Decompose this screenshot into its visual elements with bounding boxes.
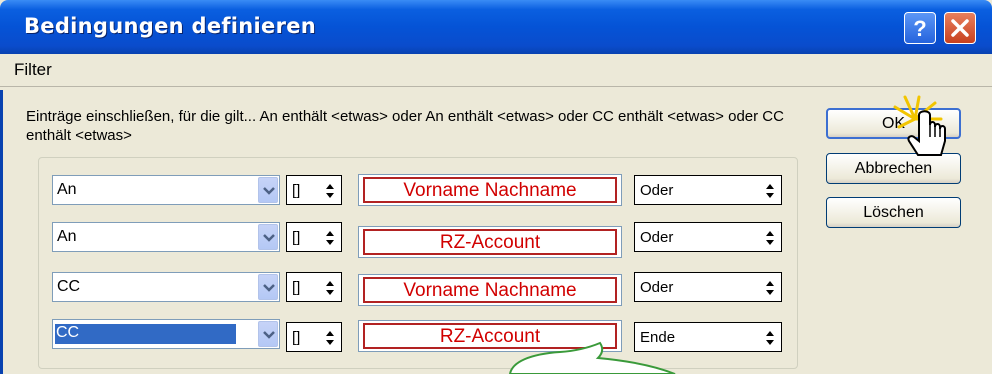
chevron-down-icon <box>263 187 275 195</box>
conjunction-value: Oder <box>640 229 674 246</box>
field-select-3[interactable]: CC <box>52 272 280 302</box>
value-input-1[interactable]: Vorname Nachname <box>358 174 622 206</box>
help-button[interactable]: ? <box>904 12 936 44</box>
spin-arrows-icon <box>766 281 774 295</box>
value-text: RZ-Account <box>439 232 541 253</box>
delete-button[interactable]: Löschen <box>826 197 961 228</box>
spin-arrows-icon <box>766 331 774 345</box>
field-select-value: An <box>57 228 77 245</box>
value-input-3[interactable]: Vorname Nachname <box>358 274 622 306</box>
title-bar: Bedingungen definieren ? <box>0 0 992 54</box>
svg-text:?: ? <box>913 16 926 41</box>
conjunction-value: Oder <box>640 279 674 296</box>
spin-arrows-icon <box>326 184 334 198</box>
conjunction-value: Oder <box>640 182 674 199</box>
menu-item-filter[interactable]: Filter <box>14 60 52 80</box>
spin-arrows-icon <box>766 231 774 245</box>
operator-value: [] <box>292 229 301 246</box>
spin-arrows-icon <box>766 184 774 198</box>
conjunction-select-1[interactable]: Oder <box>634 175 782 205</box>
spin-arrows-icon <box>326 331 334 345</box>
operator-value: [] <box>292 279 301 296</box>
chevron-down-icon <box>263 234 275 242</box>
field-select-value: An <box>57 181 77 198</box>
dropdown-button[interactable] <box>258 177 278 203</box>
dropdown-button[interactable] <box>258 321 278 347</box>
value-text: Vorname Nachname <box>403 180 577 201</box>
menu-bar: Filter <box>0 54 992 87</box>
hand-pointer-icon <box>893 95 946 156</box>
chevron-down-icon <box>263 284 275 292</box>
dropdown-button[interactable] <box>258 224 278 250</box>
value-text: Vorname Nachname <box>403 280 577 301</box>
operator-select-4[interactable]: [] <box>286 322 342 352</box>
value-highlight-frame: Vorname Nachname <box>363 177 617 203</box>
value-input-2[interactable]: RZ-Account <box>358 226 622 258</box>
speech-bubble-icon <box>508 341 676 374</box>
conjunction-select-2[interactable]: Oder <box>634 222 782 252</box>
close-button[interactable] <box>944 12 976 44</box>
value-highlight-frame: RZ-Account <box>363 229 617 255</box>
value-highlight-frame: Vorname Nachname <box>363 277 617 303</box>
field-select-value: CC <box>55 324 236 344</box>
operator-value: [] <box>292 329 301 346</box>
field-select-2[interactable]: An <box>52 222 280 252</box>
spin-arrows-icon <box>326 231 334 245</box>
field-select-4[interactable]: CC <box>52 319 280 349</box>
chevron-down-icon <box>263 331 275 339</box>
dialog-window: Bedingungen definieren ? Filter Einträge… <box>0 0 992 374</box>
close-icon <box>951 19 969 37</box>
operator-select-3[interactable]: [] <box>286 272 342 302</box>
operator-value: [] <box>292 182 301 199</box>
conjunction-select-3[interactable]: Oder <box>634 272 782 302</box>
operator-select-1[interactable]: [] <box>286 175 342 205</box>
field-select-1[interactable]: An <box>52 175 280 205</box>
dropdown-button[interactable] <box>258 274 278 300</box>
operator-select-2[interactable]: [] <box>286 222 342 252</box>
condition-summary: Einträge einschließen, für die gilt... A… <box>26 108 784 144</box>
spin-arrows-icon <box>326 281 334 295</box>
help-icon: ? <box>913 16 926 41</box>
window-title: Bedingungen definieren <box>24 14 317 38</box>
field-select-value: CC <box>57 278 81 295</box>
